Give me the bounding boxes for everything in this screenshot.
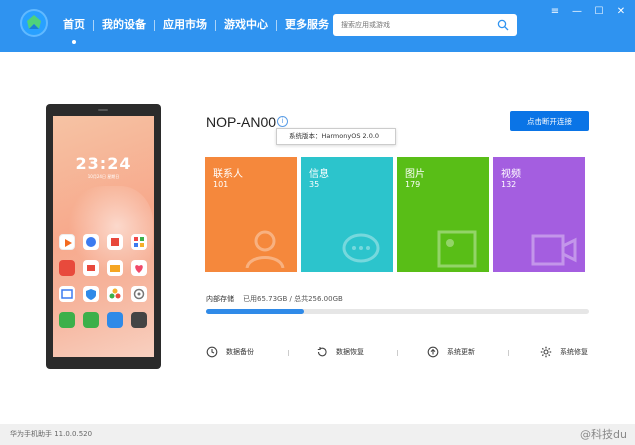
phone-date: 10月24日 星期日 bbox=[87, 174, 120, 179]
data-restore-button[interactable]: 数据恢复 bbox=[316, 346, 364, 358]
app-icon bbox=[59, 312, 75, 328]
minimize-icon[interactable]: — bbox=[571, 6, 583, 18]
nav-my-devices[interactable]: 我的设备 bbox=[94, 16, 154, 34]
action-divider bbox=[288, 350, 289, 356]
close-icon[interactable]: ✕ bbox=[615, 6, 627, 18]
tile-count: 35 bbox=[309, 180, 320, 189]
device-name: NOP-AN00 bbox=[206, 114, 277, 130]
disconnect-button[interactable]: 点击断开连接 bbox=[510, 111, 589, 131]
action-label: 数据恢复 bbox=[336, 348, 364, 356]
message-icon bbox=[342, 233, 380, 263]
status-bar: 华为手机助手 11.0.0.520 @科技du bbox=[0, 424, 635, 445]
data-backup-button[interactable]: 数据备份 bbox=[206, 346, 254, 358]
storage-label: 内部存储 bbox=[206, 295, 234, 303]
phone-camera bbox=[98, 109, 108, 111]
window-controls: ≡ — ☐ ✕ bbox=[549, 6, 627, 18]
app-icon bbox=[83, 312, 99, 328]
pictures-tile[interactable]: 图片 179 bbox=[397, 157, 489, 272]
tile-label: 视频 bbox=[501, 169, 521, 180]
app-window: 首页 我的设备 应用市场 游戏中心 更多服务 ≡ — ☐ ✕ 23:24 10月… bbox=[0, 0, 635, 445]
tile-label: 信息 bbox=[309, 169, 329, 180]
search-box bbox=[333, 14, 517, 36]
action-label: 系统修复 bbox=[560, 348, 588, 356]
contacts-tile[interactable]: 联系人 101 bbox=[205, 157, 297, 272]
nav-home[interactable]: 首页 bbox=[55, 16, 93, 44]
phone-preview: 23:24 10月24日 星期日 bbox=[46, 104, 161, 369]
tile-label: 图片 bbox=[405, 169, 425, 180]
picture-icon bbox=[437, 230, 477, 268]
search-input[interactable] bbox=[341, 21, 491, 29]
storage-bar bbox=[206, 309, 589, 314]
app-icon bbox=[107, 286, 123, 302]
app-icon bbox=[131, 260, 147, 276]
system-update-button[interactable]: 系统更新 bbox=[427, 346, 475, 358]
nav-app-market[interactable]: 应用市场 bbox=[155, 16, 215, 34]
action-divider bbox=[397, 350, 398, 356]
action-label: 数据备份 bbox=[226, 348, 254, 356]
tile-label: 联系人 bbox=[213, 169, 243, 180]
contact-icon bbox=[245, 230, 285, 268]
system-version-tooltip: 系统版本：HarmonyOS 2.0.0 bbox=[276, 128, 396, 145]
app-icon bbox=[131, 286, 147, 302]
app-icon bbox=[83, 260, 99, 276]
action-divider bbox=[508, 350, 509, 356]
info-icon[interactable]: i bbox=[277, 116, 288, 127]
restore-icon bbox=[317, 347, 327, 357]
nav-more-services[interactable]: 更多服务 bbox=[277, 16, 337, 34]
system-repair-button[interactable]: 系统修复 bbox=[540, 346, 588, 358]
app-icon bbox=[131, 312, 147, 328]
app-icon bbox=[83, 234, 99, 250]
app-icon bbox=[83, 286, 99, 302]
phone-clock: 23:24 bbox=[75, 154, 132, 173]
app-icon bbox=[131, 234, 147, 250]
video-icon bbox=[531, 234, 577, 266]
phone-app-grid bbox=[59, 234, 149, 328]
top-bar: 首页 我的设备 应用市场 游戏中心 更多服务 ≡ — ☐ ✕ bbox=[0, 0, 635, 52]
repair-icon bbox=[540, 346, 552, 358]
phone-screen: 23:24 10月24日 星期日 bbox=[53, 116, 154, 357]
version-text: 华为手机助手 11.0.0.520 bbox=[10, 430, 93, 438]
tile-count: 132 bbox=[501, 180, 517, 189]
app-icon bbox=[107, 234, 123, 250]
videos-tile[interactable]: 视频 132 bbox=[493, 157, 585, 272]
messages-tile[interactable]: 信息 35 bbox=[301, 157, 393, 272]
main-nav: 首页 我的设备 应用市场 游戏中心 更多服务 bbox=[55, 16, 337, 44]
backup-icon bbox=[206, 346, 218, 358]
app-icon bbox=[107, 260, 123, 276]
app-icon bbox=[107, 312, 123, 328]
app-logo-icon bbox=[20, 9, 48, 37]
nav-game-center[interactable]: 游戏中心 bbox=[216, 16, 276, 34]
search-icon[interactable] bbox=[497, 19, 509, 31]
app-icon bbox=[59, 234, 75, 250]
storage-usage: 已用65.73GB / 总共256.00GB bbox=[243, 295, 343, 303]
menu-icon[interactable]: ≡ bbox=[549, 6, 561, 18]
storage-bar-fill bbox=[206, 309, 305, 314]
app-icon bbox=[59, 260, 75, 276]
app-icon bbox=[59, 286, 75, 302]
maximize-icon[interactable]: ☐ bbox=[593, 6, 605, 18]
action-label: 系统更新 bbox=[447, 348, 475, 356]
tile-count: 101 bbox=[213, 180, 229, 189]
tile-count: 179 bbox=[405, 180, 421, 189]
update-icon bbox=[427, 346, 439, 358]
watermark-text: @科技du bbox=[580, 428, 627, 441]
